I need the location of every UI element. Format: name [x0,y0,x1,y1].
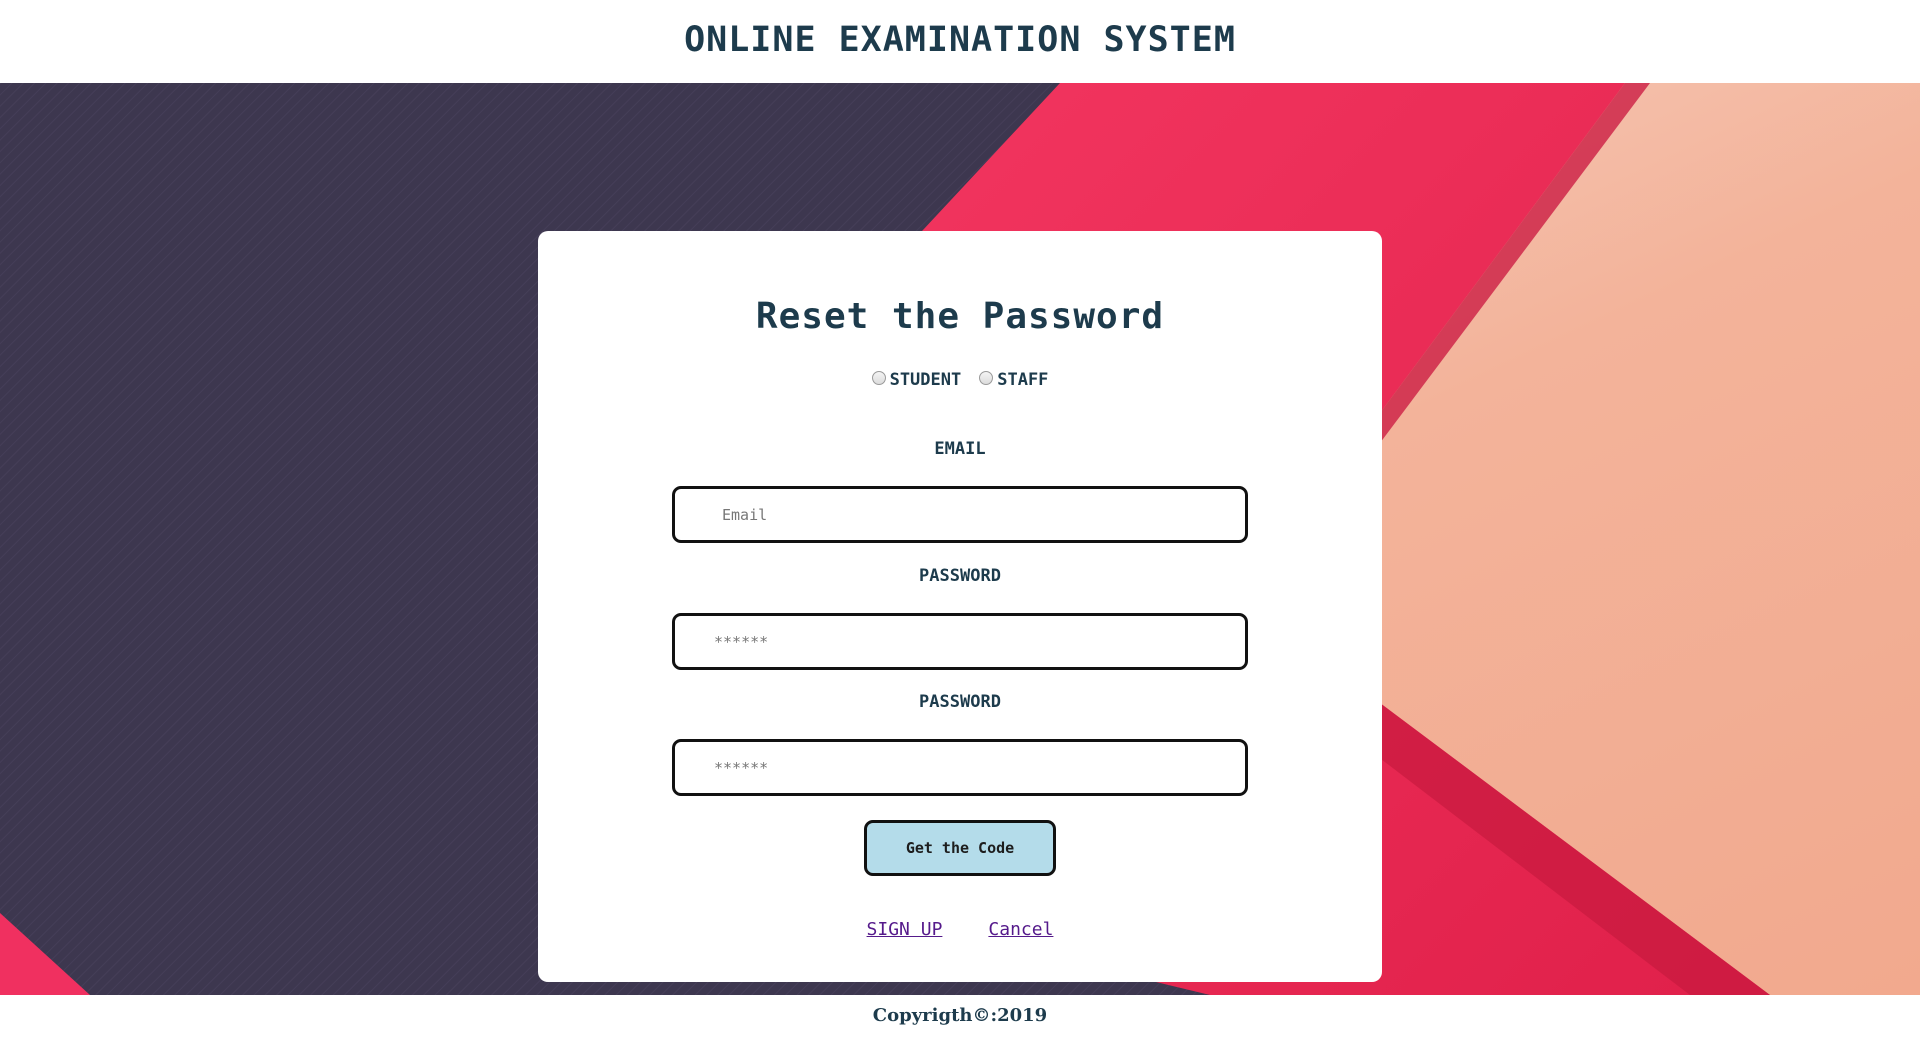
password-field[interactable]: ****** [672,613,1248,670]
password-placeholder: ****** [714,632,769,651]
footer: Copyrigth©:2019 [0,995,1920,1043]
staff-radio[interactable] [979,371,994,385]
card-links: SIGN UP Cancel [538,919,1382,940]
email-field[interactable]: Email [672,486,1248,543]
copyright-text: Copyrigth©:2019 [872,1004,1048,1026]
staff-radio-label: STAFF [997,370,1049,390]
student-radio-label: STUDENT [889,370,962,390]
email-label: EMAIL [934,439,986,459]
student-radio[interactable] [871,371,886,385]
email-placeholder: Email [722,505,768,524]
signup-link[interactable]: SIGN UP [867,919,943,940]
confirm-password-label: PASSWORD [919,692,1001,712]
password-label: PASSWORD [919,566,1001,586]
top-header: ONLINE EXAMINATION SYSTEM [0,0,1920,83]
confirm-password-placeholder: ****** [714,758,769,777]
role-option-student[interactable]: STUDENT [871,370,962,390]
role-selector: STUDENT STAFF [538,370,1382,390]
confirm-password-field[interactable]: ****** [672,739,1248,796]
card-title: Reset the Password [755,296,1165,337]
role-option-staff[interactable]: STAFF [979,370,1048,390]
reset-password-card: Reset the Password STUDENT STAFF EMAIL E… [538,231,1382,982]
cancel-link[interactable]: Cancel [988,919,1053,940]
hero-background: Reset the Password STUDENT STAFF EMAIL E… [0,83,1920,995]
site-title: ONLINE EXAMINATION SYSTEM [684,19,1236,60]
get-code-button[interactable]: Get the Code [864,820,1056,876]
